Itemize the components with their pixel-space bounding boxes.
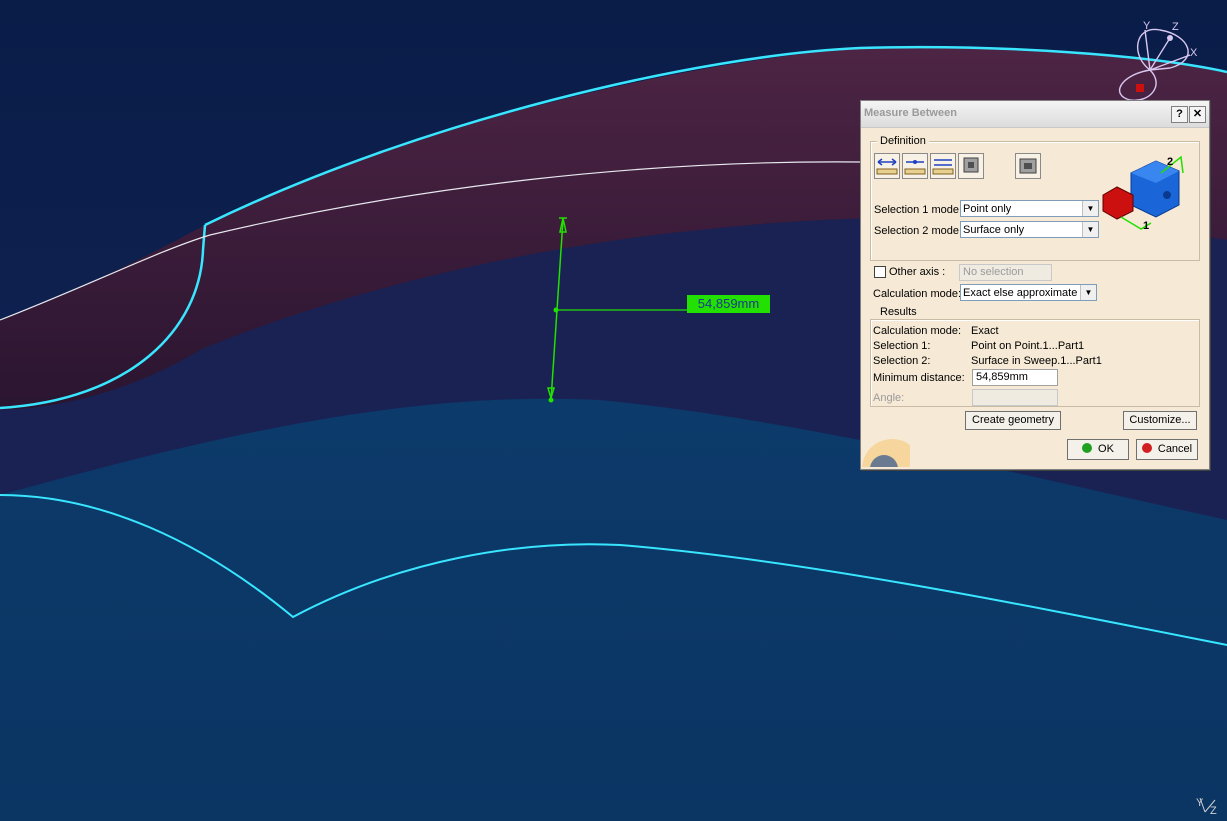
measure-chain-icon [904,160,926,175]
compass-z-label: Z [1172,21,1179,33]
angle-label: Angle: [873,392,905,404]
dialog-title: Measure Between [864,107,957,119]
compass-x-label: X [1190,47,1198,59]
selection2-mode-select[interactable]: Surface only ▼ [960,221,1099,238]
create-geometry-button[interactable]: Create geometry [965,411,1061,430]
calculation-mode-select[interactable]: Exact else approximate ▼ [960,284,1097,301]
compass-y-label: Y [1143,20,1151,32]
measure-between-icon [876,158,898,175]
customize-button[interactable]: Customize... [1123,411,1197,430]
minimum-distance-label: Minimum distance: [873,372,965,384]
minimum-distance-field[interactable]: 54,859mm [972,369,1058,386]
measure-value-label[interactable]: 54,859mm [687,295,770,313]
preview-label-1: 1 [1143,220,1149,232]
other-axis-checkbox[interactable] [874,266,886,278]
selection-preview-icon: 2 1 [1102,155,1184,232]
selection1-mode-value: Point only [963,203,1012,215]
preview-label-2: 2 [1167,156,1173,168]
measure-between-dialog: Measure Between ? ✕ Definition 2 1 Selec… [860,100,1210,470]
selection2-mode-value: Surface only [963,224,1025,236]
measure-chain-tool[interactable] [902,153,928,179]
measure-item-tool[interactable] [958,153,984,179]
help-button[interactable]: ? [1171,106,1188,123]
result-calc-value: Exact [971,325,999,337]
result-sel2-value: Surface in Sweep.1...Part1 [971,355,1102,367]
cancel-icon [1141,443,1152,453]
compass-knob-icon[interactable] [1167,35,1173,41]
calculation-mode-label: Calculation mode: [873,288,962,300]
axis-z-label: Z [1210,805,1217,817]
selection1-mode-select[interactable]: Point only ▼ [960,200,1099,217]
catia-logo-icon [862,439,910,467]
dialog-titlebar[interactable]: Measure Between ? ✕ [861,101,1209,128]
angle-field[interactable] [972,389,1058,406]
selection1-mode-label: Selection 1 mode: [874,204,963,216]
definition-legend: Definition [877,135,929,147]
result-sel1-value: Point on Point.1...Part1 [971,340,1085,352]
close-button[interactable]: ✕ [1189,106,1206,123]
compass-handle-icon[interactable] [1136,84,1144,92]
result-sel1-label: Selection 1: [873,340,931,352]
other-axis-label: Other axis : [889,266,946,278]
chevron-down-icon[interactable]: ▼ [1082,201,1098,216]
measure-point-end [548,397,554,403]
axis-y-label: Y [1196,797,1204,809]
cancel-button[interactable]: Cancel [1136,439,1198,460]
ok-label: OK [1098,443,1114,455]
measure-item-icon [963,157,979,173]
ok-icon [1082,443,1093,453]
measure-fan-tool[interactable] [930,153,956,179]
measure-fan-icon [932,159,954,175]
other-axis-field[interactable]: No selection [959,264,1052,281]
measure-between-tool[interactable] [874,153,900,179]
measure-thickness-tool[interactable] [1015,153,1041,179]
result-sel2-label: Selection 2: [873,355,931,367]
measure-thickness-icon [1019,158,1037,174]
result-calc-label: Calculation mode: [873,325,962,337]
calculation-mode-value: Exact else approximate [963,287,1078,299]
ok-button[interactable]: OK [1067,439,1129,460]
results-legend: Results [877,306,920,318]
measure-point-mid [553,307,559,313]
chevron-down-icon[interactable]: ▼ [1082,222,1098,237]
selection2-mode-label: Selection 2 mode: [874,225,963,237]
cancel-label: Cancel [1157,443,1193,455]
chevron-down-icon[interactable]: ▼ [1080,285,1096,300]
